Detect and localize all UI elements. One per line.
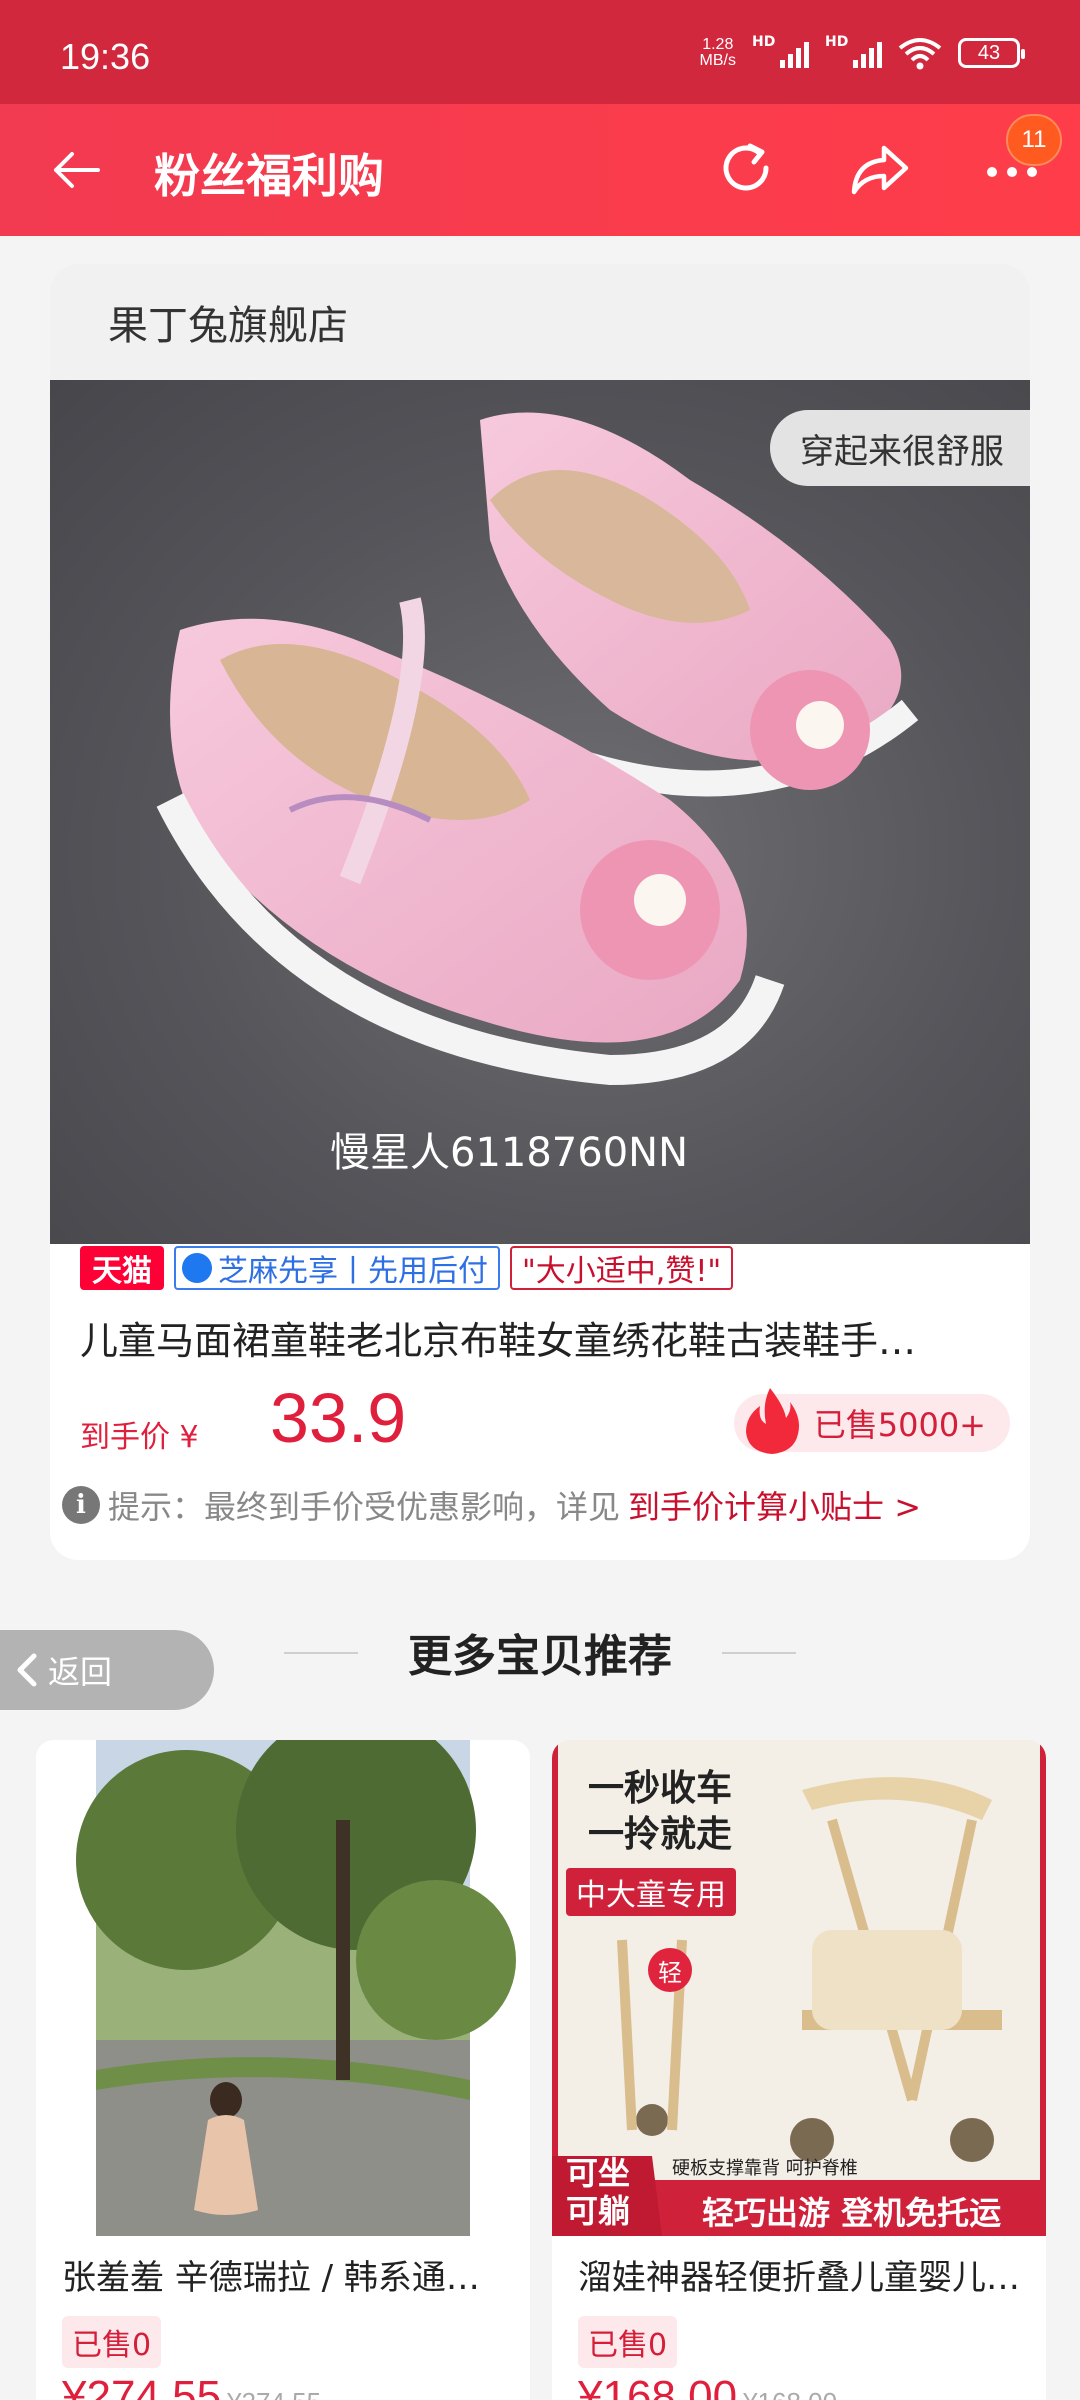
- back-arrow-icon[interactable]: [48, 142, 104, 198]
- ad-bottom-left: 可坐 可躺: [566, 2154, 631, 2230]
- sold-badge: 已售0: [578, 2316, 678, 2368]
- app-header: 粉丝福利购 11: [0, 104, 1080, 236]
- ad-bottom-big: 轻巧出游 登机免托运: [702, 2194, 1002, 2232]
- wifi-icon: [898, 38, 942, 70]
- shop-name[interactable]: 果丁兔旗舰店: [50, 264, 1030, 380]
- recommend-item[interactable]: 张羞羞 辛德瑞拉 / 韩系通… 已售0 ¥274.55¥274.55: [36, 1740, 530, 2400]
- price-value: 33.9: [270, 1379, 407, 1457]
- signal-icon: HD: [825, 34, 882, 68]
- sesame-label: 芝麻先享丨先用后付: [174, 1246, 500, 1290]
- image-watermark: 慢星人6118760NN: [330, 1130, 688, 1176]
- shoe-illustration: [156, 412, 919, 1086]
- ad-badge: 中大童专用: [566, 1868, 736, 1916]
- product-name: 溜娃神器轻便折叠儿童婴儿…: [578, 2258, 1020, 2298]
- ad-headline: 一秒收车 一拎就走: [588, 1768, 733, 1855]
- price-tip-link[interactable]: 到手价计算小贴士 >: [628, 1482, 921, 1528]
- product-price: ¥168.00¥168.00: [578, 2372, 837, 2400]
- product-labels: 天猫 芝麻先享丨先用后付 "大小适中,赞!": [80, 1246, 734, 1290]
- product-image[interactable]: 穿起来很舒服 慢星人6118760NN: [50, 380, 1030, 1244]
- review-label: "大小适中,赞!": [510, 1246, 734, 1290]
- product-thumbnail: [36, 1740, 530, 2236]
- ad-bottom-small: 硬板支撑靠背 呵护脊椎: [672, 2158, 858, 2179]
- battery-icon: 43: [958, 38, 1025, 68]
- refresh-icon[interactable]: [716, 138, 780, 202]
- water-drop-icon: [182, 1253, 212, 1283]
- status-bar: 19:36 1.28 MB/s HD HD 43: [0, 0, 1080, 104]
- product-price: ¥274.55¥274.55: [62, 2372, 321, 2400]
- product-name: 张羞羞 辛德瑞拉 / 韩系通…: [62, 2258, 480, 2298]
- page-title: 粉丝福利购: [154, 149, 384, 203]
- divider-line: [722, 1652, 796, 1654]
- ad-light-badge: 轻: [648, 1948, 692, 1992]
- chevron-left-icon: [17, 1653, 37, 1687]
- sold-count: 已售5000+: [733, 1388, 1010, 1454]
- network-speed: 1.28 MB/s: [699, 36, 736, 69]
- tmall-label: 天猫: [80, 1246, 164, 1290]
- product-title[interactable]: 儿童马面裙童鞋老北京布鞋女童绣花鞋古装鞋手…: [80, 1310, 980, 1365]
- sold-badge: 已售0: [62, 2316, 162, 2368]
- notification-badge: 11: [1006, 114, 1062, 166]
- info-icon: i: [62, 1486, 100, 1524]
- product-card[interactable]: 果丁兔旗舰店 穿起来很舒服 慢星人6118760NN 天猫 芝麻先享丨先用后付 …: [50, 264, 1030, 1560]
- return-button[interactable]: 返回: [0, 1630, 214, 1710]
- price-tip: i 提示：最终到手价受优惠影响，详见 到手价计算小贴士 >: [62, 1482, 921, 1528]
- price-label: 到手价 ¥: [80, 1420, 199, 1455]
- price-row: 到手价 ¥ 33.9 已售5000+: [80, 1374, 1010, 1464]
- recommend-item[interactable]: 一秒收车 一拎就走 中大童专用 轻 可坐 可躺 硬板支撑靠背 呵护脊椎 轻巧出游…: [552, 1740, 1046, 2400]
- image-tag: 穿起来很舒服: [770, 410, 1030, 486]
- status-icons: 1.28 MB/s HD HD 43: [699, 34, 1025, 70]
- clock: 19:36: [60, 36, 151, 77]
- share-icon[interactable]: [848, 138, 912, 202]
- flame-icon: [745, 1388, 799, 1454]
- product-thumbnail: 一秒收车 一拎就走 中大童专用 轻 可坐 可躺 硬板支撑靠背 呵护脊椎 轻巧出游…: [552, 1740, 1046, 2236]
- signal-icon: HD: [752, 34, 809, 68]
